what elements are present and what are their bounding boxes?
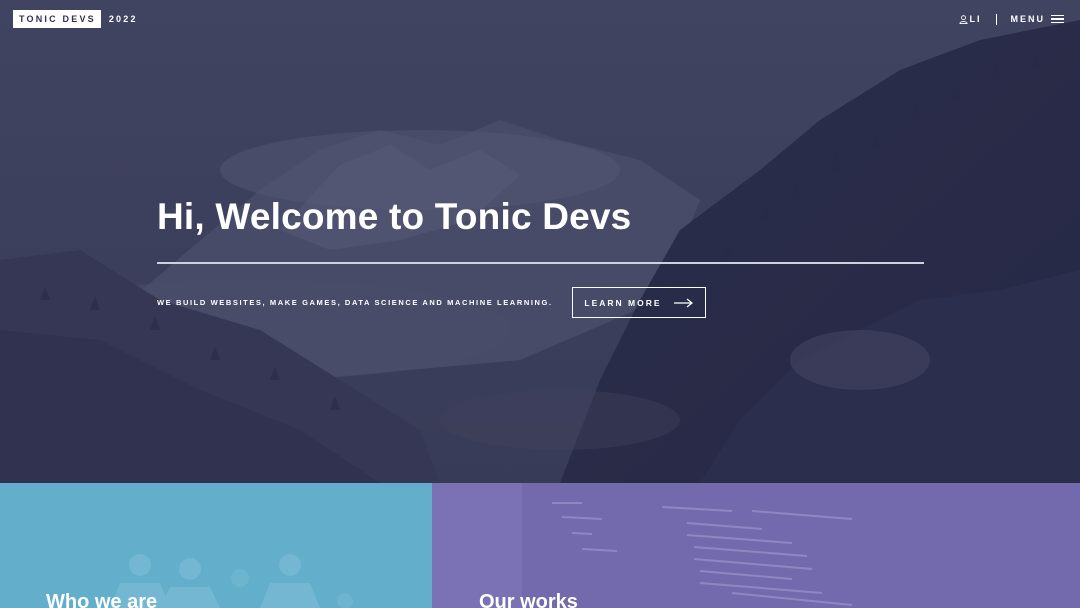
arrow-right-icon: [673, 298, 693, 307]
hamburger-icon: [1051, 14, 1064, 24]
hero-tagline: WE BUILD WEBSITES, MAKE GAMES, DATA SCIE…: [157, 298, 553, 307]
login-link[interactable]: LI: [958, 14, 982, 24]
menu-button[interactable]: MENU: [1010, 14, 1064, 24]
who-we-are-panel[interactable]: Who we are: [0, 483, 432, 608]
nav-divider: [995, 13, 997, 25]
login-label: LI: [969, 14, 982, 24]
site-logo[interactable]: TONIC DEVS 2022: [13, 10, 138, 28]
people-cutout-image: [110, 554, 353, 608]
logo-year: 2022: [108, 14, 138, 24]
our-works-title: Our works: [479, 591, 578, 608]
our-works-panel[interactable]: Our works: [432, 483, 1080, 608]
code-screen-image: [522, 483, 1080, 608]
who-we-are-title: Who we are: [46, 591, 158, 608]
hero-title: Hi, Welcome to Tonic Devs: [157, 196, 632, 237]
logo-text[interactable]: TONIC DEVS: [13, 10, 101, 28]
menu-label: MENU: [1010, 14, 1045, 24]
hero-overlay: [0, 0, 1080, 483]
user-icon: [958, 14, 968, 24]
learn-more-button[interactable]: LEARN MORE: [572, 287, 706, 318]
top-nav: LI MENU: [958, 12, 1064, 26]
learn-more-label: LEARN MORE: [584, 297, 662, 308]
hero-section: TONIC DEVS 2022 LI MENU Hi, Welcome to T…: [0, 0, 1080, 483]
hero-divider: [157, 262, 924, 264]
